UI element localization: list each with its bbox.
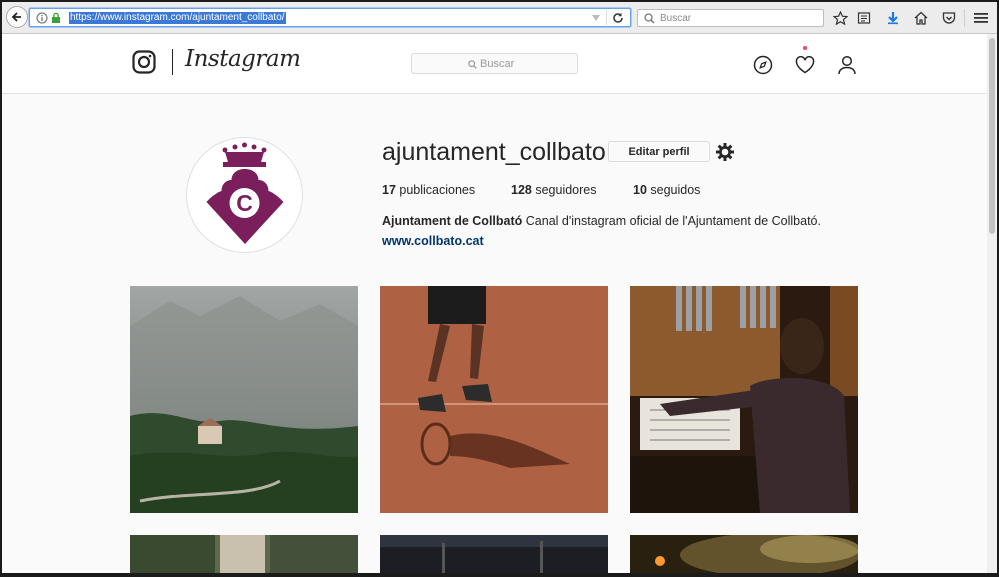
browser-search-input[interactable]: Buscar	[637, 9, 824, 27]
reload-icon[interactable]	[612, 12, 624, 24]
post-thumbnail[interactable]	[630, 286, 858, 513]
browser-toolbar: https://www.instagram.com/ajuntament_col…	[2, 2, 997, 34]
post-thumbnail[interactable]	[380, 286, 608, 513]
stat-posts-count: 17	[382, 183, 396, 197]
avatar-letter: C	[236, 190, 253, 216]
star-icon	[832, 10, 848, 25]
instagram-camera-icon[interactable]	[132, 50, 156, 74]
stat-followers[interactable]: 128 seguidores	[511, 183, 597, 197]
menu-button[interactable]	[973, 10, 989, 26]
stat-followers-label: seguidores	[535, 183, 597, 197]
reading-list-icon	[857, 12, 871, 24]
avatar[interactable]: C	[186, 137, 303, 253]
home-icon	[914, 11, 928, 25]
url-text[interactable]: https://www.instagram.com/ajuntament_col…	[69, 12, 286, 24]
back-button[interactable]	[6, 6, 28, 28]
scrollbar-thumb[interactable]	[989, 38, 995, 234]
pocket-button[interactable]	[941, 10, 957, 26]
profile-website-link[interactable]: www.collbato.cat	[382, 234, 484, 248]
post-thumbnail[interactable]	[130, 535, 358, 573]
stat-posts-label: publicaciones	[399, 183, 476, 197]
search-icon	[644, 13, 655, 24]
gear-icon[interactable]	[715, 142, 735, 162]
logo-divider	[172, 49, 173, 75]
reading-list-button[interactable]	[856, 10, 872, 26]
notification-dot	[803, 46, 807, 50]
post-image-night-street	[380, 535, 608, 573]
post-image-mountain	[130, 286, 358, 513]
stat-posts: 17 publicaciones	[382, 183, 475, 197]
heart-icon	[795, 56, 815, 74]
instagram-search-placeholder: Buscar	[480, 58, 515, 70]
urlbar-separator	[606, 10, 607, 25]
activity-button[interactable]	[794, 54, 816, 76]
stat-following-count: 10	[633, 183, 647, 197]
bookmark-star-button[interactable]	[832, 10, 848, 26]
profile-full-name: Ajuntament de Collbató	[382, 214, 523, 228]
edit-profile-button[interactable]: Editar perfil	[608, 141, 710, 162]
instagram-wordmark[interactable]: Instagram	[185, 46, 301, 72]
instagram-search-input[interactable]: Buscar	[411, 53, 578, 74]
profile-username: ajuntament_collbato	[382, 138, 606, 166]
address-bar[interactable]: https://www.instagram.com/ajuntament_col…	[29, 8, 631, 27]
downloads-button[interactable]	[885, 10, 901, 26]
dropdown-icon[interactable]	[591, 14, 601, 22]
compass-icon	[753, 55, 773, 75]
stat-following-label: seguidos	[650, 183, 701, 197]
post-image-tennis	[380, 286, 608, 513]
post-thumbnail[interactable]	[630, 535, 858, 573]
stat-followers-count: 128	[511, 183, 532, 197]
page-scrollbar[interactable]	[987, 34, 997, 573]
explore-button[interactable]	[752, 54, 774, 76]
home-button[interactable]	[913, 10, 929, 26]
search-icon	[468, 60, 477, 69]
toolbar-separator	[964, 9, 965, 27]
post-thumbnail[interactable]	[130, 286, 358, 513]
back-arrow-icon	[11, 12, 21, 22]
lock-icon[interactable]	[51, 12, 61, 24]
post-image-fireworks	[630, 535, 858, 573]
info-icon[interactable]	[36, 12, 48, 24]
collbato-crest-icon: C	[206, 142, 284, 244]
profile-bio: Ajuntament de Collbató Canal d'instagram…	[382, 214, 821, 228]
browser-search-placeholder: Buscar	[660, 13, 692, 24]
profile-bio-text: Canal d'instagram oficial de l'Ajuntamen…	[525, 214, 821, 228]
post-image-organ	[630, 286, 858, 513]
download-icon	[888, 12, 898, 25]
post-image-street	[130, 535, 358, 573]
profile-button[interactable]	[836, 54, 858, 76]
user-icon	[838, 55, 856, 75]
menu-icon	[974, 13, 988, 23]
browser-window: https://www.instagram.com/ajuntament_col…	[2, 2, 997, 573]
post-thumbnail[interactable]	[380, 535, 608, 573]
pocket-icon	[942, 12, 956, 24]
instagram-header: Instagram Buscar	[2, 34, 987, 94]
stat-following[interactable]: 10 seguidos	[633, 183, 700, 197]
